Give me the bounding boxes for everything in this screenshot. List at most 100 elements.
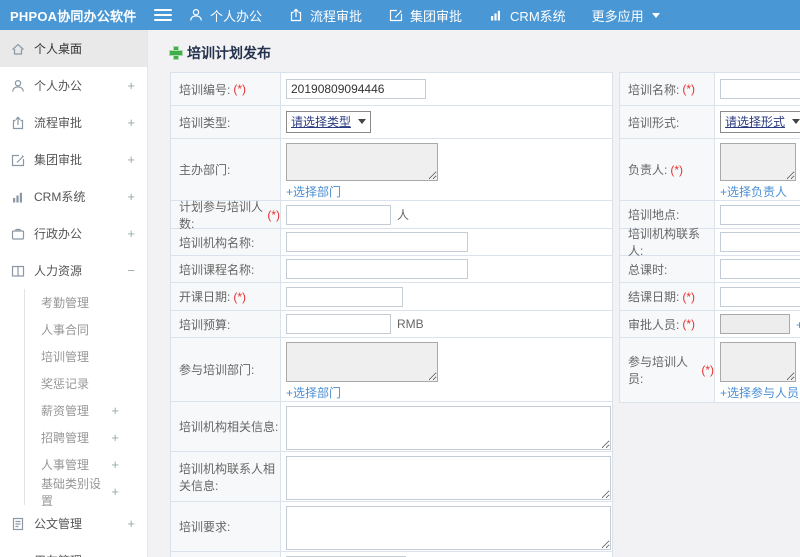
expand-icon[interactable]: + — [127, 516, 135, 531]
sidebar-subitem-training[interactable]: 培训管理 — [25, 343, 147, 370]
row-total-hours: 总课时: — [620, 256, 800, 283]
expand-icon[interactable]: + — [127, 226, 135, 241]
start-date-input[interactable] — [286, 286, 403, 307]
app-window: PHPOA协同办公软件 个人办公 流程审批 集团审批 CRM系统 更多应用 个人… — [0, 0, 800, 557]
training-form-select[interactable]: 请选择形式 — [720, 111, 800, 133]
expand-icon[interactable]: + — [127, 152, 135, 167]
training-type-select[interactable]: 请选择类型 — [286, 111, 372, 133]
expand-icon[interactable]: + — [127, 553, 135, 557]
bar-chart-icon — [488, 7, 504, 23]
topnav-personal-office[interactable]: 个人办公 — [188, 6, 262, 25]
select-department-link[interactable]: +选择部门 — [286, 185, 341, 199]
top-nav: 个人办公 流程审批 集团审批 CRM系统 更多应用 — [188, 6, 660, 25]
budget-input[interactable] — [286, 314, 391, 334]
row-training-form: 培训形式: 请选择形式 — [620, 106, 800, 139]
row-end-date: 结课日期: (*) — [620, 283, 800, 311]
sidebar-item-vehicle-mgmt[interactable]: 用车管理 + — [0, 542, 147, 557]
row-training-number: 培训编号: (*) — [171, 73, 612, 106]
topnav-workflow-approval[interactable]: 流程审批 — [288, 6, 362, 25]
org-contact-input[interactable] — [720, 232, 800, 252]
collapse-icon[interactable]: − — [127, 263, 135, 278]
select-participants-link[interactable]: +选择参与人员 — [720, 386, 799, 400]
sidebar-item-crm[interactable]: CRM系统 + — [0, 178, 147, 215]
row-org-info: 培训机构相关信息: — [171, 402, 612, 452]
expand-icon[interactable]: + — [111, 430, 119, 445]
row-planned-participants: 计划参与培训人数: (*) 人 — [171, 200, 612, 231]
expand-icon[interactable]: + — [127, 189, 135, 204]
host-department-textarea[interactable] — [286, 143, 438, 181]
person-in-charge-textarea[interactable] — [720, 143, 796, 181]
select-approver-link[interactable]: +选择审批人员 — [796, 316, 800, 333]
row-org-contact-info: 培训机构联系人相关信息: — [171, 452, 612, 502]
expand-icon[interactable]: + — [127, 115, 135, 130]
page-title: 培训计划发布 — [187, 45, 271, 61]
sidebar-item-personal-office[interactable]: 个人办公 + — [0, 67, 147, 104]
document-icon — [10, 516, 26, 532]
topnav-crm[interactable]: CRM系统 — [488, 6, 566, 25]
participating-departments-textarea[interactable] — [286, 342, 438, 382]
form-table-right: 培训名称: (*) 培训形式: 请选择形式 负责人: (*) +选择负责人 培训… — [619, 72, 800, 403]
participants-textarea[interactable] — [720, 342, 796, 382]
org-name-input[interactable] — [286, 232, 468, 252]
sidebar-subitem-salary[interactable]: 薪资管理 + — [25, 397, 147, 424]
sidebar-item-document-mgmt[interactable]: 公文管理 + — [0, 505, 147, 542]
sidebar-subitem-reward-record[interactable]: 奖惩记录 — [25, 370, 147, 397]
sidebar-subitem-recruit[interactable]: 招聘管理 + — [25, 424, 147, 451]
org-contact-info-textarea[interactable] — [286, 456, 611, 500]
caret-down-icon — [792, 119, 800, 124]
topnav-more-apps[interactable]: 更多应用 — [592, 6, 660, 25]
brand-logo: PHPOA协同办公软件 — [10, 8, 137, 24]
select-department-link[interactable]: +选择部门 — [286, 386, 341, 400]
hamburger-menu-icon[interactable] — [154, 9, 172, 21]
row-start-date: 开课日期: (*) — [171, 283, 612, 311]
green-plus-icon — [170, 47, 182, 59]
row-participating-departments: 参与培训部门: +选择部门 — [171, 338, 612, 402]
sidebar-item-workflow-approval[interactable]: 流程审批 + — [0, 104, 147, 141]
briefcase-icon — [10, 226, 26, 242]
bar-chart-icon — [10, 189, 26, 205]
approver-input[interactable] — [720, 314, 790, 334]
user-icon — [188, 7, 204, 23]
course-name-input[interactable] — [286, 259, 468, 279]
org-info-textarea[interactable] — [286, 406, 611, 450]
expand-icon[interactable]: + — [111, 403, 119, 418]
edit-icon — [10, 152, 26, 168]
sidebar-item-admin-office[interactable]: 行政办公 + — [0, 215, 147, 252]
row-attachment: 附件文档: +附件上传 — [171, 552, 612, 557]
expand-icon[interactable]: + — [127, 78, 135, 93]
home-icon — [10, 41, 26, 57]
training-name-input[interactable] — [720, 79, 800, 99]
sidebar-subitem-hr-contract[interactable]: 人事合同 — [25, 316, 147, 343]
total-hours-input[interactable] — [720, 259, 800, 279]
sidebar-item-group-approval[interactable]: 集团审批 + — [0, 141, 147, 178]
user-icon — [10, 78, 26, 94]
expand-icon[interactable]: + — [111, 484, 119, 499]
row-host-department: 主办部门: +选择部门 — [171, 139, 612, 201]
select-person-in-charge-link[interactable]: +选择负责人 — [720, 185, 787, 199]
sidebar-subitem-attendance[interactable]: 考勤管理 — [25, 289, 147, 316]
row-training-requirements: 培训要求: — [171, 502, 612, 552]
workflow-icon — [288, 7, 304, 23]
row-budget: 培训预算: RMB — [171, 311, 612, 338]
topnav-group-approval[interactable]: 集团审批 — [388, 6, 462, 25]
sidebar-item-desktop[interactable]: 个人桌面 — [0, 30, 147, 67]
training-location-input[interactable] — [720, 204, 800, 225]
end-date-input[interactable] — [720, 286, 800, 307]
row-training-name: 培训名称: (*) — [620, 73, 800, 106]
caret-down-icon — [651, 12, 660, 18]
sidebar: 个人桌面 个人办公 + 流程审批 + 集团审批 + CRM系统 + 行政办公 +… — [0, 30, 148, 557]
training-requirements-textarea[interactable] — [286, 506, 611, 550]
expand-icon[interactable]: + — [111, 457, 119, 472]
row-participants: 参与培训人员: (*) +选择参与人员 — [620, 338, 800, 402]
sidebar-item-hr[interactable]: 人力资源 − — [0, 252, 147, 289]
open-book-icon — [10, 263, 26, 279]
workflow-icon — [10, 115, 26, 131]
row-training-type: 培训类型: 请选择类型 — [171, 106, 612, 139]
training-number-input[interactable] — [286, 79, 426, 99]
row-approver: 审批人员:(*) +选择审批人员 — [620, 311, 800, 338]
row-person-in-charge: 负责人: (*) +选择负责人 — [620, 139, 800, 201]
sidebar-subitem-base-category[interactable]: 基础类别设置 + — [25, 477, 147, 508]
participant-count-input[interactable] — [286, 204, 391, 225]
main-content: 培训计划发布 培训编号:(*) 培训类型: 请选择类型 — [148, 30, 800, 557]
edit-icon — [388, 7, 404, 23]
